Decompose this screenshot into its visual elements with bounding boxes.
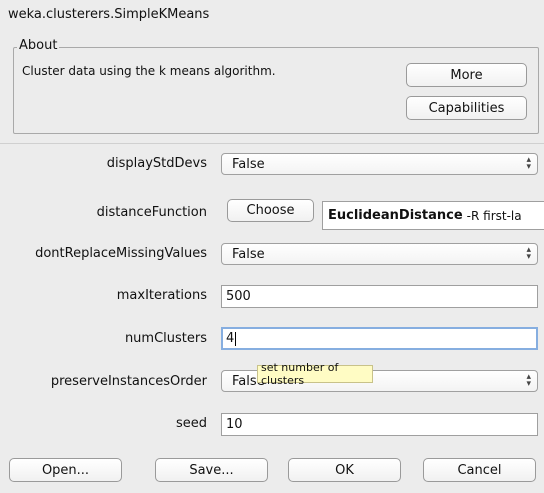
cancel-button[interactable]: Cancel [423,458,536,482]
save-button[interactable]: Save... [155,458,268,482]
distance-function-options: -R first-la [466,208,522,223]
text-caret [235,331,237,346]
more-button[interactable]: More [406,63,527,87]
window-title: weka.clusterers.SimpleKMeans [8,7,210,22]
max-iterations-label: maxIterations [116,288,207,303]
display-std-devs-value: False [232,156,265,172]
max-iterations-value: 500 [226,289,251,304]
num-clusters-value: 4 [226,331,235,346]
dont-replace-missing-values-label: dontReplaceMissingValues [35,246,207,261]
open-button[interactable]: Open... [9,458,122,482]
up-down-arrow-icon: ▴ ▾ [526,245,531,262]
up-down-arrow-icon: ▴ ▾ [526,155,531,172]
display-std-devs-select[interactable]: False ▴ ▾ [221,153,538,175]
distance-function-label: distanceFunction [96,205,207,220]
display-std-devs-label: displayStdDevs [106,156,207,171]
distance-function-field[interactable]: EuclideanDistance -R first-la [322,201,544,230]
num-clusters-label: numClusters [124,331,207,346]
choose-button[interactable]: Choose [227,199,314,222]
num-clusters-tooltip: set number of clusters [257,361,373,387]
seed-value: 10 [226,417,243,432]
up-down-arrow-icon: ▴ ▾ [526,372,531,389]
seed-input[interactable]: 10 [221,413,538,436]
dont-replace-missing-values-select[interactable]: False ▴ ▾ [221,243,538,265]
preserve-instances-order-label: preserveInstancesOrder [50,374,207,389]
separator [0,143,544,144]
seed-label: seed [175,416,207,431]
about-legend: About [17,38,60,53]
dont-replace-missing-values-value: False [232,246,265,262]
num-clusters-input[interactable]: 4 [221,327,538,350]
capabilities-button[interactable]: Capabilities [406,96,527,120]
distance-function-name: EuclideanDistance [328,208,463,223]
about-panel: Cluster data using the k means algorithm… [13,47,539,134]
ok-button[interactable]: OK [288,458,401,482]
max-iterations-input[interactable]: 500 [221,285,538,308]
about-description: Cluster data using the k means algorithm… [22,64,276,78]
